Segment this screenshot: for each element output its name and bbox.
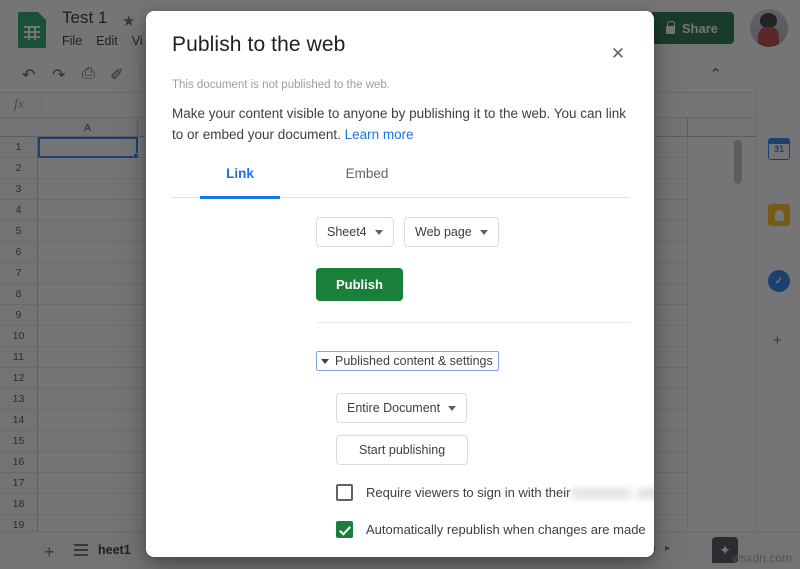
auto-republish-label: Automatically republish when changes are… (366, 522, 646, 537)
checkbox-row-auto-republish[interactable]: Automatically republish when changes are… (336, 521, 646, 538)
chevron-down-icon (375, 230, 383, 235)
format-select[interactable]: Web page (404, 217, 499, 247)
redacted-domain-text (572, 488, 654, 499)
app-root: Test 1 ★ File Edit Vi Share ↶ ↷ ⎙ ✐ ⌃ fx (0, 0, 800, 569)
published-content-settings-toggle[interactable]: Published content & settings (316, 351, 499, 371)
tab-link[interactable]: Link (200, 166, 280, 198)
auto-republish-checkbox[interactable] (336, 521, 353, 538)
sheet-select[interactable]: Sheet4 (316, 217, 394, 247)
chevron-down-icon (480, 230, 488, 235)
caret-down-icon (321, 359, 329, 364)
scope-select-value: Entire Document (347, 401, 440, 415)
dialog-title: Publish to the web (172, 33, 345, 57)
sheet-select-value: Sheet4 (327, 225, 367, 239)
dialog-divider (316, 322, 630, 323)
format-select-value: Web page (415, 225, 472, 239)
tab-embed[interactable]: Embed (327, 166, 407, 198)
chevron-down-icon (448, 406, 456, 411)
dialog-tabs: Link Embed (172, 166, 630, 198)
scope-select[interactable]: Entire Document (336, 393, 467, 423)
publish-status-text: This document is not published to the we… (172, 79, 390, 91)
require-signin-checkbox[interactable] (336, 484, 353, 501)
publish-button[interactable]: Publish (316, 268, 403, 301)
published-content-settings-label: Published content & settings (335, 354, 493, 368)
learn-more-link[interactable]: Learn more (345, 127, 414, 142)
checkbox-row-require-signin[interactable]: Require viewers to sign in with their (336, 484, 654, 501)
publish-to-web-dialog: Publish to the web ✕ This document is no… (146, 11, 654, 557)
start-publishing-button[interactable]: Start publishing (336, 435, 468, 465)
require-signin-label: Require viewers to sign in with their (366, 485, 654, 500)
dialog-description: Make your content visible to anyone by p… (172, 103, 630, 145)
close-icon[interactable]: ✕ (605, 41, 631, 67)
